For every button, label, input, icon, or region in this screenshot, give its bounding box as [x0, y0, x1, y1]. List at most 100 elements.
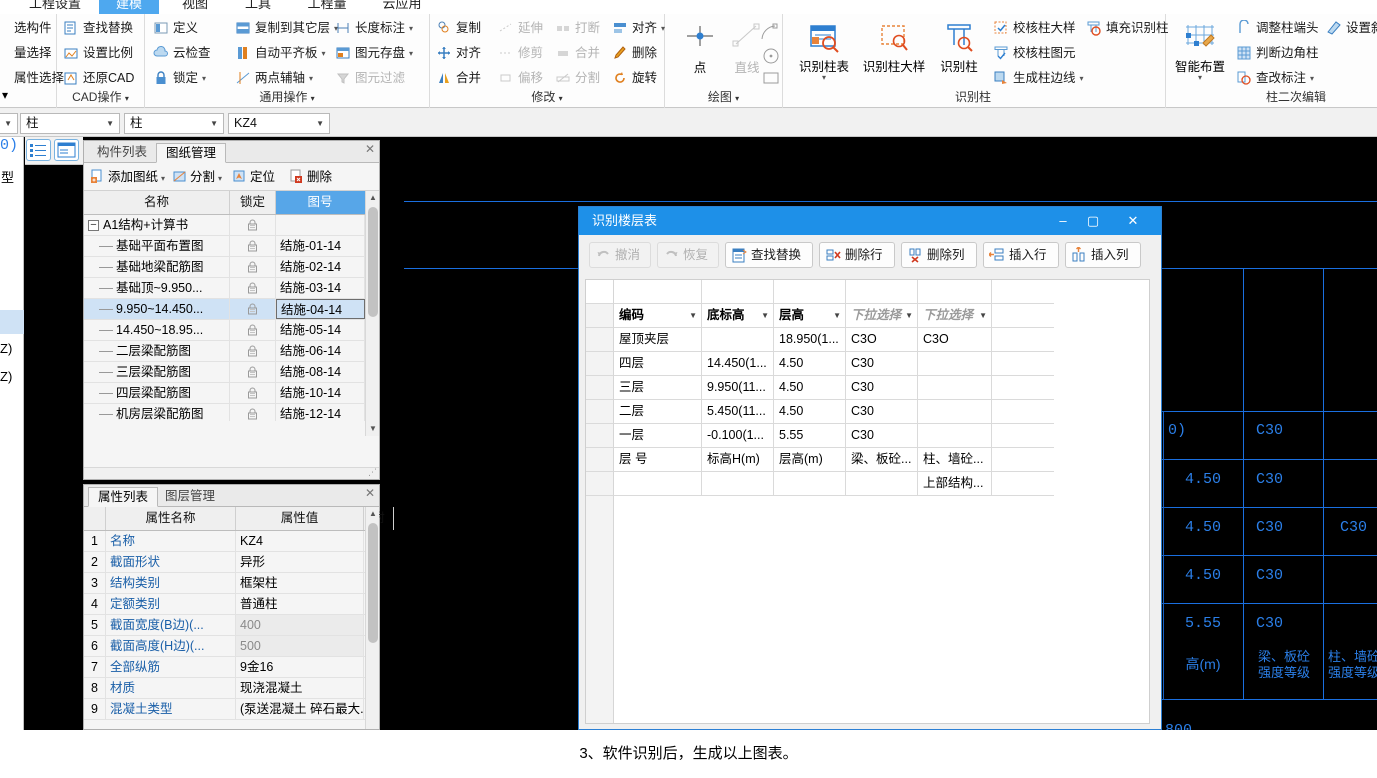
- tab-component-list[interactable]: 构件列表: [88, 143, 156, 163]
- drawing-name-cell[interactable]: 三层梁配筋图: [84, 362, 230, 382]
- add-drawing-button[interactable]: 添加图纸 ▾: [90, 167, 165, 187]
- scroll-up-icon[interactable]: ▲: [366, 191, 380, 205]
- table-row[interactable]: 4 定额类别 普通柱: [84, 594, 365, 615]
- table-row[interactable]: 9.950~14.450... 结施-04-14: [84, 299, 365, 320]
- tab-drawing-management[interactable]: 图纸管理: [156, 143, 227, 163]
- property-name-cell[interactable]: 全部纵筋: [106, 657, 236, 677]
- ribbon-item-rotate[interactable]: 旋转: [612, 67, 657, 89]
- dialog-maximize-button[interactable]: ▢: [1079, 207, 1107, 235]
- chevron-down-icon[interactable]: ▼: [316, 114, 324, 133]
- dialog-column-selector[interactable]: 层高 ▼: [774, 304, 846, 327]
- drawing-number-cell[interactable]: 结施-08-14: [276, 362, 365, 382]
- dialog-cell[interactable]: 上部结构...: [918, 472, 992, 495]
- property-value-cell[interactable]: 400: [236, 615, 364, 635]
- ribbon-item-copy[interactable]: 复制: [436, 17, 481, 39]
- insert-row-button[interactable]: 插入行: [983, 242, 1059, 268]
- dialog-cell[interactable]: 一层: [614, 424, 702, 447]
- dialog-cell[interactable]: 柱、墙砼...: [918, 448, 992, 471]
- ribbon-item-copy-to-layer[interactable]: 复制到其它层 ▾: [235, 17, 338, 39]
- chevron-down-icon[interactable]: ▼: [833, 304, 841, 327]
- dialog-row-header[interactable]: [586, 400, 614, 424]
- drawing-name-cell[interactable]: 基础平面布置图: [84, 236, 230, 256]
- ribbon-item-align[interactable]: 对齐 ▾: [612, 17, 665, 39]
- chevron-down-icon[interactable]: ▼: [210, 114, 218, 133]
- scroll-up-icon[interactable]: ▲: [366, 507, 380, 521]
- resize-grip-icon[interactable]: ⋰: [368, 467, 377, 478]
- table-row[interactable]: 14.450~18.95... 结施-05-14: [84, 320, 365, 341]
- table-row[interactable]: 上部结构...: [614, 472, 1054, 496]
- lock-icon[interactable]: [247, 324, 258, 336]
- chevron-down-icon[interactable]: ▾: [218, 174, 222, 183]
- ribbon-item-generate-column-edge[interactable]: 生成柱边线 ▾: [993, 67, 1084, 89]
- dialog-cell[interactable]: [774, 280, 846, 303]
- lock-cell[interactable]: [230, 362, 276, 382]
- tab-property-list[interactable]: 属性列表: [88, 487, 159, 507]
- dialog-cell[interactable]: [614, 280, 702, 303]
- dialog-cell[interactable]: [846, 280, 918, 303]
- drawing-name-cell[interactable]: 机房层梁配筋图: [84, 404, 230, 421]
- table-row[interactable]: 7 全部纵筋 9⾦16: [84, 657, 365, 678]
- ribbon-item-recognize-column-detail[interactable]: 识别柱大样: [859, 19, 929, 75]
- ribbon-item-lock[interactable]: 锁定 ▾: [153, 67, 206, 89]
- lock-cell[interactable]: [230, 404, 276, 421]
- ribbon-item-fill-recognized-column[interactable]: 填充识别柱: [1086, 17, 1169, 39]
- lock-icon[interactable]: [247, 345, 258, 357]
- table-row[interactable]: 9 混凝土类型 (泵送混凝土 碎石最大...: [84, 699, 365, 720]
- table-row[interactable]: 四层梁配筋图 结施-10-14: [84, 383, 365, 404]
- property-value-cell[interactable]: 9⾦16: [236, 657, 364, 677]
- rectangle-icon[interactable]: [761, 68, 781, 88]
- dialog-row-header[interactable]: [586, 424, 614, 448]
- drawing-number-cell[interactable]: 结施-06-14: [276, 341, 365, 361]
- chevron-down-icon[interactable]: ▾: [309, 68, 313, 90]
- chevron-down-icon[interactable]: ▼: [106, 114, 114, 133]
- ribbon-tab-2[interactable]: 视图: [167, 0, 223, 14]
- lock-cell[interactable]: [230, 299, 276, 319]
- table-row[interactable]: 基础地梁配筋图 结施-02-14: [84, 257, 365, 278]
- lock-cell[interactable]: [230, 341, 276, 361]
- drawing-name-cell[interactable]: − A1结构+计算书: [84, 215, 230, 235]
- dialog-cell[interactable]: [918, 424, 992, 447]
- lock-icon[interactable]: [247, 240, 258, 252]
- ribbon-item-adjust-column-end[interactable]: 调整柱端头: [1236, 17, 1319, 39]
- dialog-cell[interactable]: [918, 400, 992, 423]
- dialog-column-selector[interactable]: 编码 ▼: [614, 304, 702, 327]
- chevron-down-icon[interactable]: ▾: [791, 74, 857, 82]
- dialog-cell[interactable]: -0.100(1...: [702, 424, 774, 447]
- ribbon-item-check-column-detail[interactable]: 校核柱大样: [993, 17, 1076, 39]
- lock-icon[interactable]: [247, 303, 258, 315]
- drawing-panel-scrollbar[interactable]: ▲ ▼: [365, 191, 379, 436]
- lock-icon[interactable]: [247, 219, 258, 231]
- table-row[interactable]: 四层 14.450(1... 4.50 C30: [614, 352, 1054, 376]
- dialog-cell[interactable]: 9.950(11...: [702, 376, 774, 399]
- property-value-cell[interactable]: KZ4: [236, 531, 364, 551]
- dialog-cell[interactable]: 标高H(m): [702, 448, 774, 471]
- table-row[interactable]: 三层 9.950(11... 4.50 C30: [614, 376, 1054, 400]
- chevron-down-icon[interactable]: ▼: [4, 114, 12, 133]
- dialog-row-header[interactable]: [586, 304, 614, 328]
- dialog-cell[interactable]: [774, 472, 846, 495]
- property-name-cell[interactable]: 材质: [106, 678, 236, 698]
- table-row[interactable]: 5 截面宽度(B边)(... 400: [84, 615, 365, 636]
- chevron-down-icon[interactable]: ▾: [202, 68, 206, 90]
- column-header-lock[interactable]: 锁定: [230, 191, 276, 214]
- table-row[interactable]: 二层梁配筋图 结施-06-14: [84, 341, 365, 362]
- lock-icon[interactable]: [247, 366, 258, 378]
- dialog-column-selector[interactable]: 下拉选择 ▼: [918, 304, 992, 327]
- dialog-cell[interactable]: [918, 352, 992, 375]
- property-value-cell[interactable]: 500: [236, 636, 364, 656]
- ribbon-item-define[interactable]: 定义: [153, 17, 198, 39]
- ribbon-item-delete[interactable]: 删除: [612, 42, 657, 64]
- lock-cell[interactable]: [230, 278, 276, 298]
- ribbon-tab-5[interactable]: 云应用: [368, 0, 436, 14]
- property-name-cell[interactable]: 混凝土类型: [106, 699, 236, 719]
- property-name-cell[interactable]: 截面高度(H边)(...: [106, 636, 236, 656]
- chevron-down-icon[interactable]: ▼: [905, 304, 913, 327]
- split-drawing-button[interactable]: 分割 ▾: [172, 167, 222, 187]
- dialog-cell[interactable]: 4.50: [774, 376, 846, 399]
- table-row[interactable]: 8 材质 现浇混凝土: [84, 678, 365, 699]
- ribbon-item-move[interactable]: 对齐: [436, 42, 481, 64]
- property-panel-scrollbar[interactable]: ▲: [365, 507, 379, 729]
- column-header-prop-value[interactable]: 属性值: [236, 507, 364, 530]
- dialog-cell[interactable]: 18.950(1...: [774, 328, 846, 351]
- dialog-cell[interactable]: [918, 376, 992, 399]
